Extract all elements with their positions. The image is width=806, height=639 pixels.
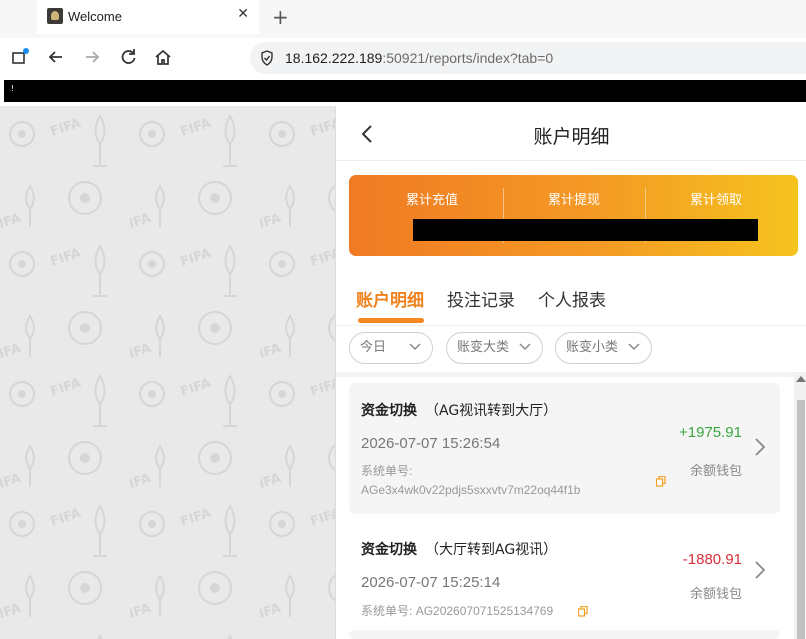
record-wallet: 余额钱包: [689, 587, 742, 602]
reload-icon[interactable]: [118, 47, 138, 67]
chevron-right-icon: [755, 561, 766, 579]
summary-card: 累计充值 累计提现 累计领取: [349, 175, 798, 256]
new-tab-button[interactable]: +: [272, 5, 289, 29]
home-icon[interactable]: [153, 47, 173, 67]
list-item[interactable]: [349, 630, 780, 639]
record-order: 系统单号: AG202607071525134769: [361, 602, 553, 621]
date-filter-select[interactable]: 今日: [349, 332, 433, 364]
scrollbar[interactable]: [794, 372, 806, 639]
record-detail: （AG视讯转到大厅）: [425, 403, 558, 419]
order-label: 系统单号:: [361, 604, 413, 618]
site-info-icon[interactable]: [260, 50, 274, 66]
record-wallet: 余额钱包: [689, 464, 742, 479]
category-filter-select[interactable]: 账变大类: [446, 332, 543, 364]
record-time: 2026-07-07 15:26:54: [361, 435, 501, 452]
filter-bar: 今日 账变大类 账变小类: [336, 326, 806, 372]
redacted-amounts: [413, 219, 758, 241]
chevron-down-icon: [628, 343, 640, 351]
account-details-panel: 账户明细 累计充值 累计提现 累计领取 账户明细 投注记录 个人报表 今日 账变…: [335, 106, 806, 639]
page-title: 账户明细: [533, 126, 610, 148]
page-header: 账户明细: [336, 106, 806, 161]
order-number: AG202607071525134769: [415, 604, 554, 618]
record-title: 资金切换 （大厅转到AG视讯）: [361, 539, 557, 559]
subcategory-filter-label: 账变小类: [566, 340, 619, 355]
browser-tab[interactable]: Welcome ✕: [37, 0, 259, 34]
record-amount: -1880.91: [682, 551, 742, 568]
record-tabs: 账户明细 投注记录 个人报表: [336, 268, 806, 326]
record-type: 资金切换: [361, 403, 417, 419]
chevron-down-icon: [519, 343, 531, 351]
order-label: 系统单号:: [361, 464, 413, 478]
record-title: 资金切换 （AG视讯转到大厅）: [361, 400, 557, 420]
tab-account-details[interactable]: 账户明细: [356, 286, 424, 311]
record-amount: +1975.91: [679, 424, 742, 441]
tab-bet-records[interactable]: 投注记录: [447, 286, 515, 311]
record-time: 2026-07-07 15:25:14: [361, 574, 501, 591]
close-tab-icon[interactable]: ✕: [237, 6, 249, 22]
summary-deposit-label: 累计充值: [405, 193, 458, 208]
url-host: 18.162.222.189: [285, 50, 383, 66]
record-type: 资金切换: [361, 542, 417, 558]
list-item[interactable]: 资金切换 （大厅转到AG视讯） 2026-07-07 15:25:14 -1880…: [349, 522, 780, 630]
redacted-bar: !: [4, 80, 806, 102]
copy-icon[interactable]: [656, 476, 666, 487]
active-tab-indicator: [358, 318, 424, 323]
summary-claim-label: 累计领取: [689, 193, 742, 208]
address-bar[interactable]: 18.162.222.189:50921/reports/index?tab=0: [250, 42, 806, 74]
category-filter-label: 账变大类: [457, 340, 510, 355]
tab-personal-report[interactable]: 个人报表: [538, 286, 606, 311]
fifa-pattern-background: FIFA FIFA: [0, 106, 335, 639]
forward-nav-icon[interactable]: [82, 47, 102, 67]
browser-tab-bar: Welcome ✕ +: [0, 0, 806, 38]
scroll-up-icon[interactable]: [796, 376, 806, 382]
browser-toolbar: 18.162.222.189:50921/reports/index?tab=0: [0, 38, 806, 78]
redacted-marker: !: [11, 84, 15, 93]
order-number: AGe3x4wk0v22pdjs5sxxvtv7m22oq44f1b: [361, 483, 581, 497]
divider: [336, 372, 806, 377]
url-text: 18.162.222.189:50921/reports/index?tab=0: [285, 50, 553, 66]
site-favicon-icon: [47, 8, 63, 24]
scrollbar-thumb[interactable]: [797, 400, 805, 639]
chevron-right-icon: [755, 438, 766, 456]
record-detail: （大厅转到AG视讯）: [425, 542, 558, 558]
tab-actions-icon[interactable]: [10, 47, 30, 67]
back-nav-icon[interactable]: [46, 47, 66, 67]
chevron-down-icon: [409, 343, 421, 351]
date-filter-label: 今日: [360, 340, 387, 355]
url-path: :50921/reports/index?tab=0: [382, 50, 554, 66]
tab-title: Welcome: [68, 9, 122, 24]
record-order: 系统单号: AGe3x4wk0v22pdjs5sxxvtv7m22oq44f1b: [361, 462, 580, 500]
list-item[interactable]: 资金切换 （AG视讯转到大厅） 2026-07-07 15:26:54 +1975…: [349, 383, 780, 514]
summary-withdraw-label: 累计提现: [547, 193, 600, 208]
copy-icon[interactable]: [578, 606, 588, 617]
subcategory-filter-select[interactable]: 账变小类: [555, 332, 652, 364]
page-background-pattern: FIFA FIFA: [0, 106, 335, 639]
